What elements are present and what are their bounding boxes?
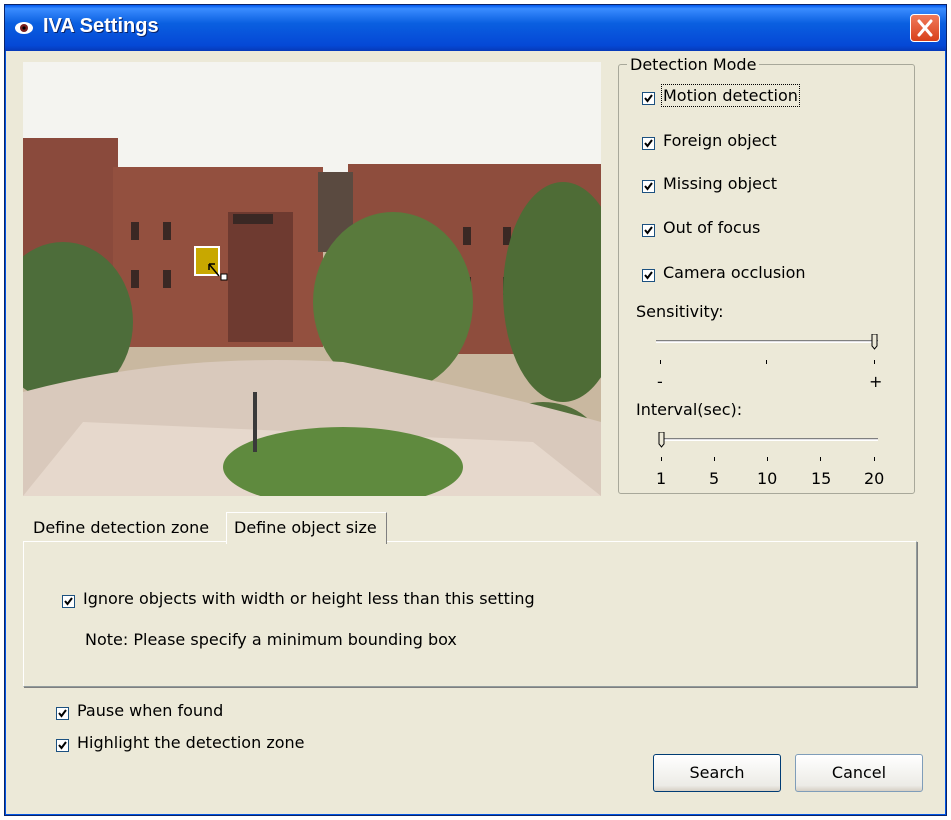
checkmark-icon (58, 709, 67, 718)
highlight-zone-checkbox[interactable] (56, 739, 69, 752)
checkmark-icon (644, 139, 653, 148)
checkmark-icon (644, 182, 653, 191)
sensitivity-track[interactable] (656, 340, 878, 343)
close-button[interactable] (910, 14, 940, 42)
out-of-focus-checkbox[interactable] (642, 224, 655, 237)
interval-track[interactable] (660, 438, 878, 441)
tab-define-object-size-label: Define object size (234, 518, 377, 537)
camera-occlusion-label: Camera occlusion (663, 263, 806, 282)
interval-tick (661, 457, 662, 461)
foreign-object-label: Foreign object (663, 131, 777, 150)
checkmark-icon (644, 226, 653, 235)
checkmark-icon (58, 741, 67, 750)
interval-tick (820, 457, 821, 461)
title-bar[interactable]: IVA Settings (5, 5, 946, 51)
interval-tick-label: 20 (864, 469, 885, 488)
checkmark-icon (644, 94, 653, 103)
ignore-objects-checkbox[interactable] (62, 595, 75, 608)
interval-label: Interval(sec): (636, 400, 743, 419)
camera-scene (23, 62, 601, 496)
sensitivity-tick (660, 360, 661, 364)
highlight-zone-label: Highlight the detection zone (77, 733, 305, 752)
sensitivity-label: Sensitivity: (636, 302, 724, 321)
missing-object-label: Missing object (663, 174, 778, 193)
interval-tick (714, 457, 715, 461)
sensitivity-min-label: - (657, 372, 663, 391)
camera-preview[interactable] (23, 62, 601, 496)
cancel-button[interactable]: Cancel (795, 754, 923, 792)
foreign-object-checkbox[interactable] (642, 137, 655, 150)
close-icon (917, 19, 933, 37)
window-title: IVA Settings (43, 15, 159, 37)
pause-when-found-label: Pause when found (77, 701, 224, 720)
motion-detection-label: Motion detection (661, 84, 800, 107)
checkmark-icon (644, 271, 653, 280)
interval-tick-label: 15 (811, 469, 832, 488)
tab-define-detection-zone[interactable]: Define detection zone (33, 518, 209, 537)
tab-define-object-size[interactable]: Define object size (226, 512, 387, 544)
sensitivity-max-label: + (869, 372, 883, 391)
interval-tick (767, 457, 768, 461)
ignore-objects-label: Ignore objects with width or height less… (83, 589, 535, 608)
object-size-note: Note: Please specify a minimum bounding … (85, 630, 457, 649)
interval-tick-label: 1 (656, 469, 667, 488)
motion-detection-checkbox[interactable] (642, 92, 655, 105)
detection-mode-legend: Detection Mode (627, 55, 760, 74)
search-button[interactable]: Search (653, 754, 781, 792)
out-of-focus-label: Out of focus (663, 218, 761, 237)
camera-occlusion-checkbox[interactable] (642, 269, 655, 282)
object-size-tab-panel (23, 541, 917, 687)
interval-tick-label: 10 (757, 469, 778, 488)
sensitivity-tick (874, 360, 875, 364)
missing-object-checkbox[interactable] (642, 180, 655, 193)
sensitivity-thumb[interactable] (871, 334, 878, 350)
checkmark-icon (64, 597, 73, 606)
pause-when-found-checkbox[interactable] (56, 707, 69, 720)
interval-thumb[interactable] (658, 432, 665, 448)
sensitivity-tick (766, 360, 767, 364)
interval-tick-label: 5 (709, 469, 720, 488)
camera-eye-icon (15, 22, 33, 34)
interval-tick (874, 457, 875, 461)
